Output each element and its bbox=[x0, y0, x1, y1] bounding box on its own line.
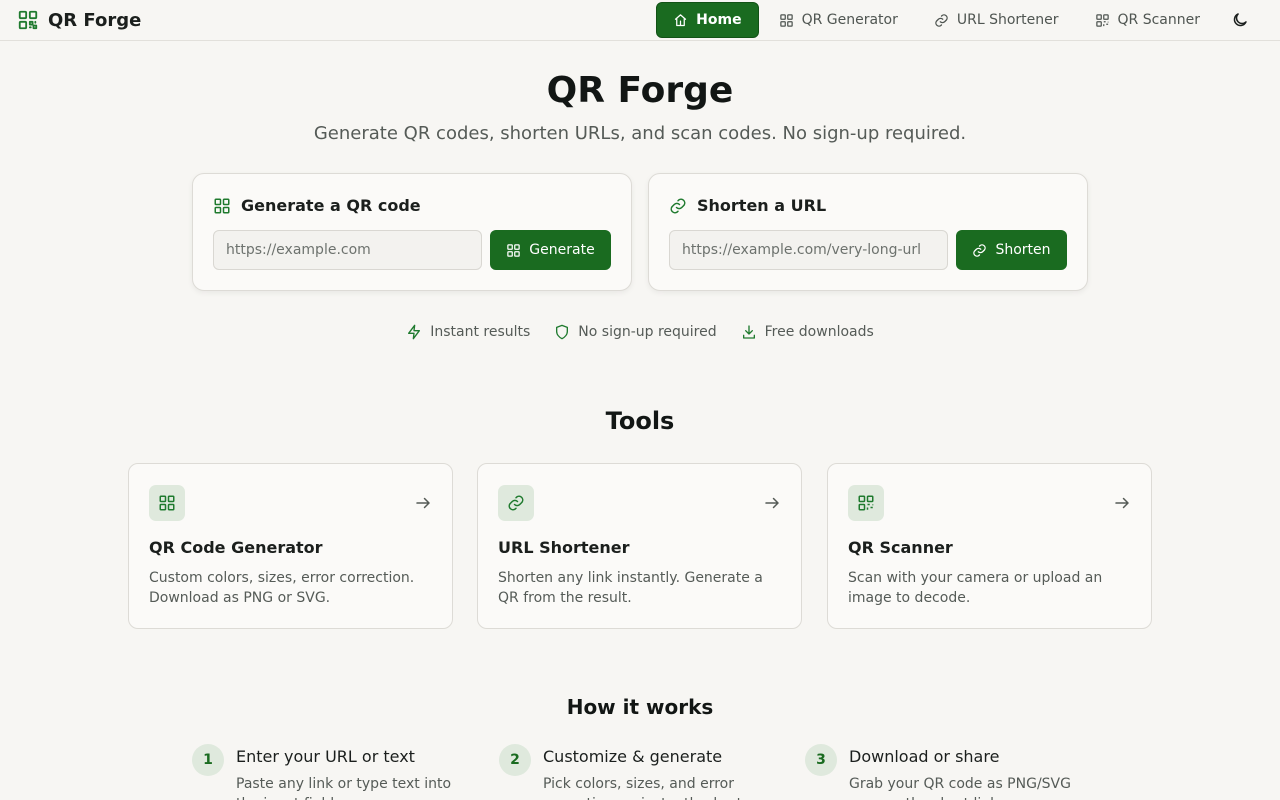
step-description: Paste any link or type text into the inp… bbox=[236, 776, 452, 800]
hero-subtitle: Generate QR codes, shorten URLs, and sca… bbox=[313, 123, 967, 144]
qr-url-input[interactable] bbox=[213, 230, 482, 270]
nav-link-label: URL Shortener bbox=[956, 12, 1059, 28]
generate-button-label: Generate bbox=[529, 242, 595, 258]
shorten-url-card: Shorten a URL Shorten bbox=[648, 173, 1088, 291]
moon-icon bbox=[1231, 11, 1249, 29]
top-nav: QR Forge Home QR Generator URL Shortener… bbox=[0, 0, 1280, 41]
link-icon bbox=[669, 197, 687, 215]
step-description: Pick colors, sizes, and error correction… bbox=[543, 776, 760, 800]
arrow-right-icon bbox=[763, 494, 781, 512]
qr-icon bbox=[213, 197, 231, 215]
nav-link-qr-generator[interactable]: QR Generator bbox=[763, 2, 914, 38]
feature-item: Free downloads bbox=[741, 324, 874, 340]
step-title: Download or share bbox=[849, 747, 1000, 766]
tool-description: Scan with your camera or upload an image… bbox=[848, 570, 1103, 606]
card-title: Shorten a URL bbox=[697, 196, 827, 215]
link-icon bbox=[934, 13, 949, 28]
theme-toggle-button[interactable] bbox=[1222, 2, 1258, 38]
generate-button[interactable]: Generate bbox=[490, 230, 611, 270]
generate-qr-card: Generate a QR code Generate bbox=[192, 173, 632, 291]
feature-item: Instant results bbox=[406, 324, 530, 340]
nav-link-label: QR Scanner bbox=[1117, 12, 1200, 28]
tools-heading: Tools bbox=[605, 407, 675, 435]
shield-icon bbox=[554, 324, 570, 340]
download-icon bbox=[741, 324, 757, 340]
qr-icon bbox=[17, 9, 39, 31]
qr-icon bbox=[506, 243, 521, 258]
arrow-right-icon bbox=[414, 494, 432, 512]
bolt-icon bbox=[406, 324, 422, 340]
feature-label: Free downloads bbox=[764, 324, 874, 340]
hero-title: QR Forge bbox=[546, 70, 734, 111]
step-item: 1 Enter your URL or text Paste any link … bbox=[192, 744, 462, 800]
feature-list: Instant results No sign-up required Free… bbox=[0, 324, 1280, 340]
qr-icon bbox=[779, 13, 794, 28]
tool-icon-tile bbox=[498, 485, 534, 521]
tool-icon-tile bbox=[149, 485, 185, 521]
tool-title: QR Code Generator bbox=[149, 538, 323, 557]
nav-link-label: QR Generator bbox=[801, 12, 898, 28]
step-description: Grab your QR code as PNG/SVG or copy the… bbox=[849, 776, 1071, 800]
arrow-right-icon bbox=[1113, 494, 1131, 512]
feature-item: No sign-up required bbox=[554, 324, 717, 340]
scan-icon bbox=[1095, 13, 1110, 28]
long-url-input[interactable] bbox=[669, 230, 948, 270]
tool-icon-tile bbox=[848, 485, 884, 521]
step-number: 1 bbox=[192, 744, 224, 776]
home-icon bbox=[673, 13, 688, 28]
nav-link-qr-scanner[interactable]: QR Scanner bbox=[1079, 2, 1216, 38]
qr-icon bbox=[158, 494, 176, 512]
scan-icon bbox=[857, 494, 875, 512]
card-header: Shorten a URL bbox=[669, 196, 826, 215]
link-icon bbox=[507, 494, 525, 512]
card-header: Generate a QR code bbox=[213, 196, 421, 215]
step-title: Customize & generate bbox=[543, 747, 723, 766]
brand[interactable]: QR Forge bbox=[17, 9, 141, 31]
nav-links: Home QR Generator URL Shortener QR Scann… bbox=[652, 2, 1258, 38]
step-title: Enter your URL or text bbox=[236, 747, 415, 766]
tool-card-qr-scanner[interactable]: QR Scanner Scan with your camera or uplo… bbox=[827, 463, 1152, 629]
brand-name: QR Forge bbox=[48, 9, 142, 31]
tool-title: QR Scanner bbox=[848, 538, 953, 557]
step-number: 2 bbox=[499, 744, 531, 776]
tool-description: Custom colors, sizes, error correction. … bbox=[149, 570, 415, 606]
link-icon bbox=[972, 243, 987, 258]
feature-label: Instant results bbox=[430, 324, 531, 340]
tool-description: Shorten any link instantly. Generate a Q… bbox=[498, 570, 763, 606]
nav-link-label: Home bbox=[696, 12, 742, 28]
step-item: 2 Customize & generate Pick colors, size… bbox=[499, 744, 769, 800]
step-number: 3 bbox=[805, 744, 837, 776]
card-title: Generate a QR code bbox=[241, 196, 421, 215]
feature-label: No sign-up required bbox=[578, 324, 717, 340]
tool-title: URL Shortener bbox=[498, 538, 630, 557]
shorten-button[interactable]: Shorten bbox=[956, 230, 1067, 270]
shorten-button-label: Shorten bbox=[995, 242, 1051, 258]
tool-card-url-shortener[interactable]: URL Shortener Shorten any link instantly… bbox=[477, 463, 802, 629]
step-item: 3 Download or share Grab your QR code as… bbox=[805, 744, 1075, 800]
tool-card-qr-generator[interactable]: QR Code Generator Custom colors, sizes, … bbox=[128, 463, 453, 629]
how-it-works-heading: How it works bbox=[566, 695, 714, 719]
nav-link-home[interactable]: Home bbox=[656, 2, 759, 38]
nav-link-url-shortener[interactable]: URL Shortener bbox=[918, 2, 1075, 38]
